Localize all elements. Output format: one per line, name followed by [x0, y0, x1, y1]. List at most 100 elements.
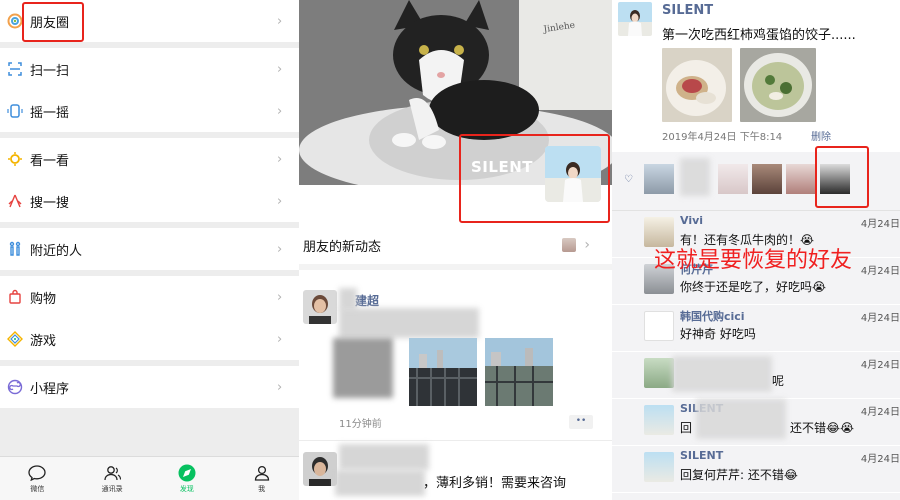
delete-link[interactable]: 删除 [811, 128, 831, 143]
post-date: 2019年4月24日 下午8:14 [662, 132, 783, 143]
comment-date: 4月24日 [860, 454, 900, 465]
menu-item-mini-programs[interactable]: 小程序 › [0, 366, 299, 408]
post-author[interactable]: SILENT [662, 3, 713, 18]
blur-mask [680, 158, 710, 196]
comment-item[interactable]: 呢 4月24日 [612, 352, 900, 398]
comment-date: 4月24日 [860, 219, 900, 230]
new-updates-row[interactable]: 朋友的新动态 › [299, 226, 612, 270]
more-actions-button[interactable]: •• [569, 415, 593, 429]
chevron-right-icon: › [277, 193, 283, 209]
tab-label: 发现 [179, 485, 194, 493]
avatar[interactable] [820, 164, 850, 194]
menu-item-search[interactable]: 搜一搜 › [0, 180, 299, 222]
blur-mask [339, 308, 479, 338]
profile-avatar[interactable] [545, 146, 601, 202]
comment-item[interactable]: SILENT 回 还不错😂😭 4月24日 [612, 399, 900, 445]
post-photo[interactable] [485, 338, 553, 406]
comment-author[interactable]: SILENT [680, 449, 723, 462]
shake-icon [0, 90, 30, 132]
menu-label: 附近的人 [30, 243, 83, 259]
discover-icon [178, 463, 196, 483]
tab-contacts[interactable]: 通讯录 [75, 457, 150, 500]
post-time: 11分钟前 [339, 419, 382, 430]
comment-item[interactable]: SILENT 回复何芹芹: 还不错😂 4月24日 [612, 446, 900, 492]
comment-item[interactable]: 韩国代购cici 好神奇 好吃吗 4月24日 [612, 305, 900, 351]
moments-panel: Jinlehe SILENT 朋友的新动态 › 建超 11分钟前 •• ，薄利多… [299, 0, 612, 500]
chevron-right-icon: › [277, 61, 283, 77]
avatar [644, 217, 674, 247]
me-icon [254, 463, 270, 483]
mini-programs-icon [0, 366, 30, 408]
comment-reply-prefix: 回 [680, 421, 693, 435]
comment-item[interactable] [612, 493, 900, 500]
menu-label: 朋友圈 [30, 15, 70, 31]
comment-author[interactable]: Vivi [680, 214, 703, 227]
menu-label: 小程序 [30, 381, 70, 397]
chevron-right-icon: › [277, 241, 283, 257]
comment-date: 4月24日 [860, 360, 900, 371]
search-icon [0, 180, 30, 222]
menu-label: 游戏 [30, 333, 57, 349]
tab-chats[interactable]: 微信 [0, 457, 75, 500]
post-photo[interactable] [409, 338, 477, 406]
blur-mask [696, 399, 786, 439]
tab-label: 通讯录 [101, 485, 123, 493]
avatar[interactable] [618, 2, 652, 36]
shopping-icon [0, 276, 30, 318]
comment-text: 还不错😂😭 [790, 421, 855, 435]
tab-label: 我 [258, 485, 266, 493]
chevron-right-icon: › [277, 289, 283, 305]
blur-mask [333, 338, 393, 398]
comment-text: 回复何芹芹: 还不错😂 [680, 468, 798, 482]
bottom-tab-bar: 微信 通讯录 发现 我 [0, 456, 299, 500]
tab-discover[interactable]: 发现 [150, 457, 225, 500]
chevron-right-icon: › [277, 13, 283, 29]
profile-name: SILENT [471, 158, 533, 176]
post-text: 第一次吃西红柿鸡蛋馅的饺子...... [662, 28, 856, 43]
chevron-right-icon: › [277, 151, 283, 167]
chevron-right-icon: › [584, 237, 590, 253]
avatar [644, 405, 674, 435]
blur-mask [339, 288, 357, 310]
new-updates-label: 朋友的新动态 [303, 239, 382, 255]
comment-text: 好神奇 好吃吗 [680, 327, 756, 341]
tab-label: 微信 [30, 485, 45, 493]
likes-bar: ♡ [612, 152, 900, 210]
comment-author[interactable]: 韩国代购cici [680, 308, 745, 324]
people-nearby-icon [0, 228, 30, 270]
avatar[interactable] [752, 164, 782, 194]
post-text: ，薄利多销！需要来咨询 [423, 476, 567, 491]
moments-icon [0, 0, 30, 42]
menu-label: 看一看 [30, 153, 70, 169]
menu-item-games[interactable]: 游戏 › [0, 318, 299, 360]
chat-icon [28, 463, 47, 483]
avatar[interactable] [303, 452, 337, 486]
comment-date: 4月24日 [860, 313, 900, 324]
menu-item-shopping[interactable]: 购物 › [0, 276, 299, 318]
avatar[interactable] [786, 164, 816, 194]
avatar[interactable] [718, 164, 748, 194]
avatar [644, 358, 674, 388]
contacts-icon [103, 463, 122, 483]
avatar [644, 311, 674, 341]
menu-item-shake[interactable]: 摇一摇 › [0, 90, 299, 132]
comment-text: 呢 [772, 374, 785, 388]
avatar[interactable] [644, 164, 674, 194]
menu-label: 扫一扫 [30, 63, 70, 79]
chevron-right-icon: › [277, 379, 283, 395]
menu-item-people-nearby[interactable]: 附近的人 › [0, 228, 299, 270]
avatar [644, 452, 674, 482]
tab-me[interactable]: 我 [224, 457, 299, 500]
menu-label: 摇一摇 [30, 105, 70, 121]
top-stories-icon [0, 138, 30, 180]
avatar [562, 238, 577, 252]
avatar[interactable] [303, 290, 337, 324]
menu-item-top-stories[interactable]: 看一看 › [0, 138, 299, 180]
menu-item-scan[interactable]: 扫一扫 › [0, 48, 299, 90]
post-photo[interactable] [662, 48, 732, 122]
menu-item-moments[interactable]: 朋友圈 › [0, 0, 299, 42]
scan-icon [0, 48, 30, 90]
post-photo[interactable] [740, 48, 816, 122]
menu-label: 购物 [30, 291, 57, 307]
games-icon [0, 318, 30, 360]
